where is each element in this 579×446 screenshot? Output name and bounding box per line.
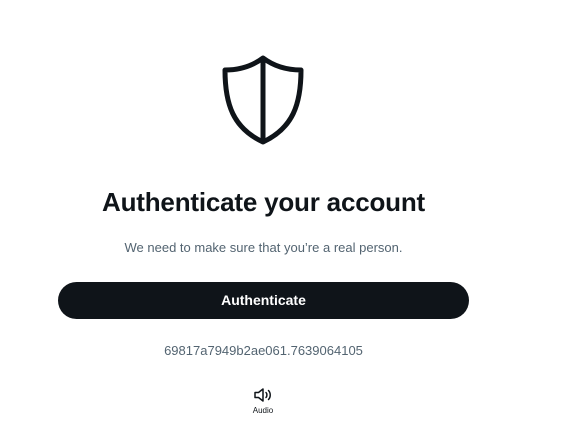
authenticate-button[interactable]: Authenticate [58,282,469,319]
shield-icon [222,55,304,145]
auth-challenge-page: Authenticate your account We need to mak… [0,0,579,446]
audio-button[interactable]: Audio [243,386,283,422]
page-subtitle: We need to make sure that you’re a real … [124,240,403,255]
page-title: Authenticate your account [102,187,425,217]
session-id-text: 69817a7949b2ae061.7639064105 [164,343,363,358]
speaker-icon [254,388,271,402]
audio-label: Audio [252,406,274,415]
